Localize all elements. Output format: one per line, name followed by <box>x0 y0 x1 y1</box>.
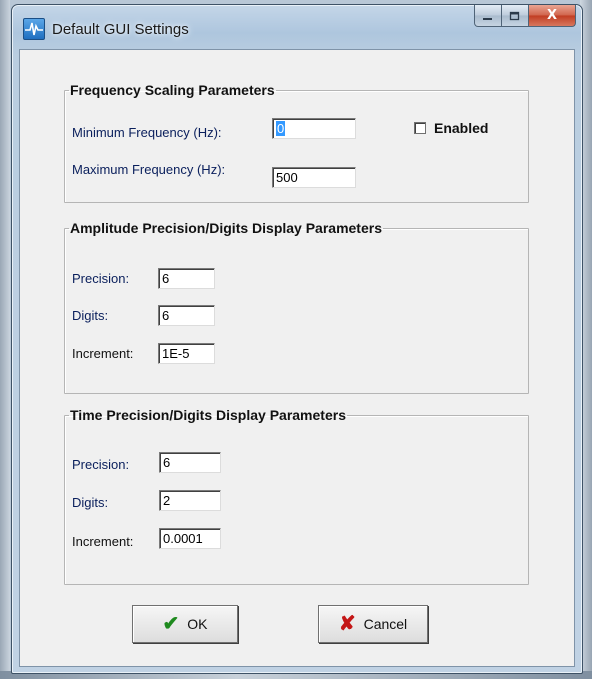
maximize-icon <box>509 11 520 20</box>
max-frequency-input[interactable]: 500 <box>272 167 356 188</box>
amplitude-digits-input[interactable]: 6 <box>158 305 215 326</box>
time-digits-label: Digits: <box>72 495 109 510</box>
waveform-icon <box>23 18 45 40</box>
minimize-icon <box>483 17 492 20</box>
cancel-button-label: Cancel <box>363 616 408 632</box>
amplitude-precision-label: Precision: <box>72 271 130 286</box>
amplitude-group: Amplitude Precision/Digits Display Param… <box>64 220 529 394</box>
time-group-title: Time Precision/Digits Display Parameters <box>70 407 346 423</box>
cancel-button[interactable]: ✘ Cancel <box>318 605 428 643</box>
enabled-checkbox[interactable] <box>414 122 426 134</box>
maximize-button[interactable] <box>502 5 529 27</box>
caption-buttons: X <box>474 5 576 27</box>
max-frequency-label: Maximum Frequency (Hz): <box>72 162 226 177</box>
settings-dialog: Default GUI Settings X Frequency Scaling… <box>11 4 583 674</box>
ok-button-label: OK <box>187 616 208 632</box>
ok-button[interactable]: ✔ OK <box>132 605 238 643</box>
amplitude-group-title: Amplitude Precision/Digits Display Param… <box>70 220 382 236</box>
amplitude-precision-input[interactable]: 6 <box>158 268 215 289</box>
checkmark-icon: ✔ <box>162 613 180 635</box>
time-increment-label: Increment: <box>72 534 134 549</box>
min-frequency-label: Minimum Frequency (Hz): <box>72 125 222 140</box>
enabled-label: Enabled <box>434 120 489 136</box>
min-frequency-input[interactable]: 0 <box>272 118 356 139</box>
time-group: Time Precision/Digits Display Parameters <box>64 407 529 585</box>
amplitude-increment-input[interactable]: 1E-5 <box>158 343 215 364</box>
close-button[interactable]: X <box>529 5 576 27</box>
amplitude-increment-label: Increment: <box>72 346 134 361</box>
minimize-button[interactable] <box>474 5 502 27</box>
background-app-left <box>0 0 10 679</box>
min-frequency-value: 0 <box>276 121 286 136</box>
time-increment-input[interactable]: 0.0001 <box>159 528 221 549</box>
x-cross-icon: ✘ <box>338 613 356 635</box>
window-title: Default GUI Settings <box>52 21 189 38</box>
time-precision-input[interactable]: 6 <box>159 452 221 473</box>
close-icon: X <box>546 8 558 23</box>
amplitude-digits-label: Digits: <box>72 308 109 323</box>
title-bar[interactable]: Default GUI Settings X <box>12 5 582 51</box>
enabled-checkbox-row[interactable]: Enabled <box>414 120 488 136</box>
time-precision-label: Precision: <box>72 457 130 472</box>
time-digits-input[interactable]: 2 <box>159 490 221 511</box>
frequency-group-title: Frequency Scaling Parameters <box>70 82 275 98</box>
dialog-body: Frequency Scaling Parameters Minimum Fre… <box>19 49 575 667</box>
